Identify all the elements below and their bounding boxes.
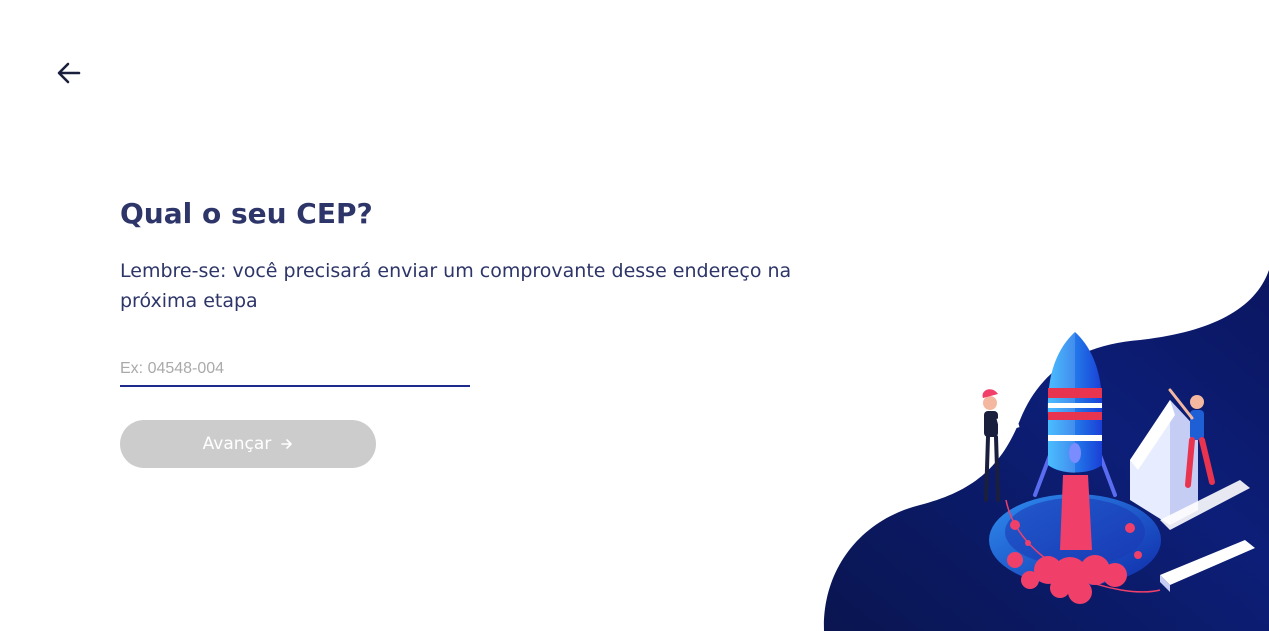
rocket-launch-illustration [823, 270, 1269, 631]
page-subtitle: Lembre-se: você precisará enviar um comp… [120, 260, 792, 312]
rocket-exhaust [1060, 475, 1092, 550]
next-button[interactable]: Avançar [120, 420, 376, 468]
arrow-left-icon [57, 62, 81, 84]
cep-field [120, 356, 470, 387]
back-button[interactable] [52, 56, 86, 90]
cep-input[interactable] [120, 356, 470, 387]
cep-step-page: Qual o seu CEP? Lembre-se: você precisar… [0, 0, 1269, 631]
arrow-right-icon [281, 439, 293, 449]
page-title: Qual o seu CEP? [120, 197, 373, 230]
next-button-label: Avançar [202, 434, 272, 454]
form-header: Qual o seu CEP? Lembre-se: você precisar… [120, 190, 840, 316]
